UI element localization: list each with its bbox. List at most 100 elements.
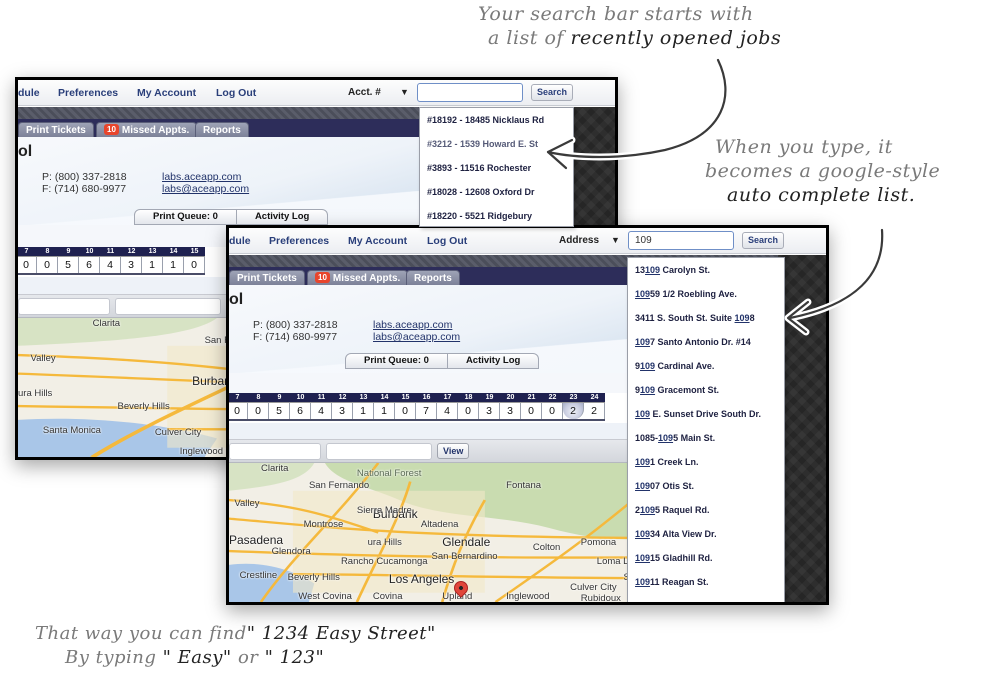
account-title: ol	[18, 143, 33, 160]
hour-count[interactable]: 0	[458, 403, 479, 419]
recent-job-item[interactable]: #3893 - 11516 Rochester	[420, 156, 573, 180]
filter-input-1[interactable]	[18, 298, 110, 315]
map-place-label: Pasadena	[229, 532, 284, 547]
hour-count[interactable]: 0	[229, 403, 248, 419]
account-title: ol	[229, 291, 244, 308]
hour-count[interactable]: 0	[18, 257, 37, 273]
filter-input-2[interactable]	[326, 443, 432, 460]
hour-count[interactable]: 5	[58, 257, 79, 273]
hour-count[interactable]: 6	[79, 257, 100, 273]
email-link[interactable]: labs@aceapp.com	[162, 183, 249, 195]
search-type-label[interactable]: Address	[559, 235, 599, 246]
map-place-label: Glendora	[271, 546, 311, 558]
hour-count[interactable]: 4	[311, 403, 332, 419]
print-queue-button[interactable]: Print Queue: 0	[134, 209, 237, 225]
recent-job-item[interactable]: #18220 - 5521 Ridgebury	[420, 204, 573, 228]
autocomplete-item[interactable]: 1091 Creek Ln.	[628, 450, 784, 474]
map-place-label: West Covina	[298, 590, 352, 602]
hour-count[interactable]: 4	[437, 403, 458, 419]
tab-print-tickets[interactable]: Print Tickets	[18, 122, 94, 137]
query-match: 109	[658, 433, 674, 443]
search-input[interactable]	[628, 231, 734, 250]
nav-my-account[interactable]: My Account	[348, 235, 407, 247]
hour-count[interactable]: 0	[37, 257, 58, 273]
nav-preferences[interactable]: Preferences	[58, 87, 118, 99]
nav-schedule[interactable]: dule	[229, 235, 251, 247]
nav-my-account[interactable]: My Account	[137, 87, 196, 99]
search-input[interactable]	[417, 83, 523, 102]
search-type-caret-icon[interactable]: ▼	[611, 235, 620, 245]
hour-count[interactable]: 3	[332, 403, 353, 419]
website-link[interactable]: labs.aceapp.com	[162, 171, 241, 183]
autocomplete-item[interactable]: 3411 S. South St. Suite 1098	[628, 306, 784, 330]
autocomplete-item[interactable]: 9109 Gracemont St.	[628, 378, 784, 402]
autocomplete-item[interactable]: 1097 Santo Antonio Dr. #14	[628, 330, 784, 354]
filter-input-2[interactable]	[115, 298, 221, 315]
view-button[interactable]: View	[437, 443, 470, 459]
hour-count[interactable]: 7	[416, 403, 437, 419]
hour-count[interactable]: 0	[521, 403, 542, 419]
autocomplete-item[interactable]: 1085-1095 Main St.	[628, 426, 784, 450]
hour-count[interactable]: 6	[290, 403, 311, 419]
hour-count[interactable]: 1	[163, 257, 184, 273]
annotation-right: When you type, it becomes a google-style…	[705, 135, 940, 207]
hour-count[interactable]: 0	[395, 403, 416, 419]
recent-job-item[interactable]: #3212 - 1539 Howard E. St	[420, 132, 573, 156]
hour-count[interactable]: 0	[248, 403, 269, 419]
map-place-label: Los Angeles	[388, 572, 455, 587]
hour-count[interactable]: 3	[500, 403, 521, 419]
hour-count[interactable]: 0	[184, 257, 205, 273]
tab-reports[interactable]: Reports	[195, 122, 249, 137]
email-link[interactable]: labs@aceapp.com	[373, 331, 460, 343]
query-match: 109	[635, 577, 651, 587]
tab-print-tickets[interactable]: Print Tickets	[229, 270, 305, 285]
map-place-label: Inglewood	[179, 445, 223, 457]
annotation-right-line1: When you type, it	[715, 136, 893, 158]
tab-reports[interactable]: Reports	[406, 270, 460, 285]
hours-header: 7 8 9 10 11 12 13 14 15	[18, 247, 205, 256]
annotation-top-emph1: recently	[570, 27, 654, 49]
hour-count[interactable]: 1	[353, 403, 374, 419]
nav-schedule[interactable]: dule	[18, 87, 40, 99]
print-queue-button[interactable]: Print Queue: 0	[345, 353, 448, 369]
autocomplete-item[interactable]: 10907 Otis St.	[628, 474, 784, 498]
tab-missed-appts[interactable]: 10 Missed Appts.	[96, 122, 198, 137]
nav-log-out[interactable]: Log Out	[216, 87, 256, 99]
hour-count[interactable]: 3	[121, 257, 142, 273]
search-button[interactable]: Search	[531, 84, 574, 101]
hour-count[interactable]: 3	[479, 403, 500, 419]
website-link[interactable]: labs.aceapp.com	[373, 319, 452, 331]
hour-count[interactable]: 4	[100, 257, 121, 273]
search-button[interactable]: Search	[742, 232, 785, 249]
autocomplete-item[interactable]: 9109 Cardinal Ave.	[628, 354, 784, 378]
autocomplete-item[interactable]: 10934 Alta View Dr.	[628, 522, 784, 546]
autocomplete-item[interactable]: 109 E. Sunset Drive South Dr.	[628, 402, 784, 426]
hour-count[interactable]: 5	[269, 403, 290, 419]
annotation-right-tail: list.	[877, 184, 916, 206]
autocomplete-item[interactable]: 10915 Gladhill Rd.	[628, 546, 784, 570]
hour-count[interactable]: 2	[584, 403, 605, 419]
autocomplete-item[interactable]: 21095 Raquel Rd.	[628, 498, 784, 522]
recent-job-item[interactable]: #18192 - 18485 Nicklaus Rd	[420, 108, 573, 132]
filter-input-1[interactable]	[229, 443, 321, 460]
autocomplete-item[interactable]: 13109 Carolyn St.	[628, 258, 784, 282]
search-type-caret-icon[interactable]: ▼	[400, 87, 409, 97]
hour-count[interactable]: 2	[563, 403, 584, 419]
hour-label: 8	[45, 248, 50, 255]
nav-preferences[interactable]: Preferences	[269, 235, 329, 247]
nav-log-out[interactable]: Log Out	[427, 235, 467, 247]
hour-count[interactable]: 0	[542, 403, 563, 419]
activity-log-button[interactable]: Activity Log	[447, 353, 540, 369]
autocomplete-item[interactable]: 10911 Reagan St.	[628, 570, 784, 594]
hour-label: 19	[485, 394, 494, 401]
search-type-label[interactable]: Acct. #	[348, 87, 381, 98]
annotation-top: Your search bar starts with a list of re…	[478, 2, 781, 50]
annotation-right-emph: auto complete	[727, 184, 871, 206]
recent-job-item[interactable]: #18028 - 12608 Oxford Dr	[420, 180, 573, 204]
hour-count[interactable]: 1	[374, 403, 395, 419]
tab-missed-appts[interactable]: 10 Missed Appts.	[307, 270, 409, 285]
autocomplete-item[interactable]: 10909 Theis	[628, 594, 784, 602]
activity-log-button[interactable]: Activity Log	[236, 209, 329, 225]
hour-count[interactable]: 1	[142, 257, 163, 273]
autocomplete-item[interactable]: 10959 1/2 Roebling Ave.	[628, 282, 784, 306]
